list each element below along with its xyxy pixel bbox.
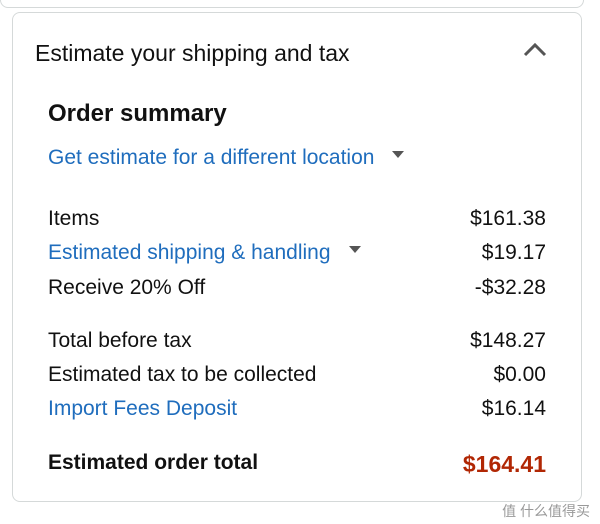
items-value: $161.38: [470, 207, 546, 230]
different-location-link[interactable]: Get estimate for a different location: [48, 146, 405, 170]
items-label: Items: [48, 207, 100, 230]
discount-row: Receive 20% Off -$32.28: [48, 276, 548, 304]
shipping-row: Estimated shipping & handling $19.17: [48, 241, 548, 269]
watermark: 值 什么值得买: [502, 503, 590, 519]
import-fees-value: $16.14: [481, 397, 546, 420]
import-fees-link[interactable]: Import Fees Deposit: [48, 397, 237, 421]
import-fees-row: Import Fees Deposit $16.14: [48, 397, 548, 425]
caret-down-icon[interactable]: [348, 245, 361, 253]
total-before-tax-row: Total before tax $148.27: [48, 329, 548, 357]
different-location-label: Get estimate for a different location: [48, 146, 375, 169]
tax-value: $0.00: [493, 363, 546, 386]
discount-value: -$32.28: [474, 276, 546, 299]
order-total-label: Estimated order total: [48, 451, 259, 474]
order-total-row: Estimated order total $164.41: [48, 451, 548, 479]
header-title: Estimate your shipping and tax: [35, 40, 350, 66]
shipping-handling-link[interactable]: Estimated shipping & handling: [48, 241, 361, 265]
items-row: Items $161.38: [48, 207, 548, 235]
shipping-handling-label: Estimated shipping & handling: [48, 241, 331, 264]
tax-row: Estimated tax to be collected $0.00: [48, 363, 548, 391]
chevron-up-icon[interactable]: [521, 38, 549, 62]
total-before-tax-label: Total before tax: [48, 329, 192, 352]
shipping-value: $19.17: [481, 241, 546, 264]
order-total-value: $164.41: [462, 451, 546, 477]
caret-down-icon[interactable]: [392, 150, 405, 158]
previous-panel-edge: [0, 0, 584, 8]
tax-label: Estimated tax to be collected: [48, 363, 317, 386]
total-before-tax-value: $148.27: [470, 329, 546, 352]
discount-label: Receive 20% Off: [48, 276, 206, 299]
panel-header[interactable]: Estimate your shipping and tax: [35, 30, 555, 70]
order-summary-title: Order summary: [48, 100, 227, 127]
